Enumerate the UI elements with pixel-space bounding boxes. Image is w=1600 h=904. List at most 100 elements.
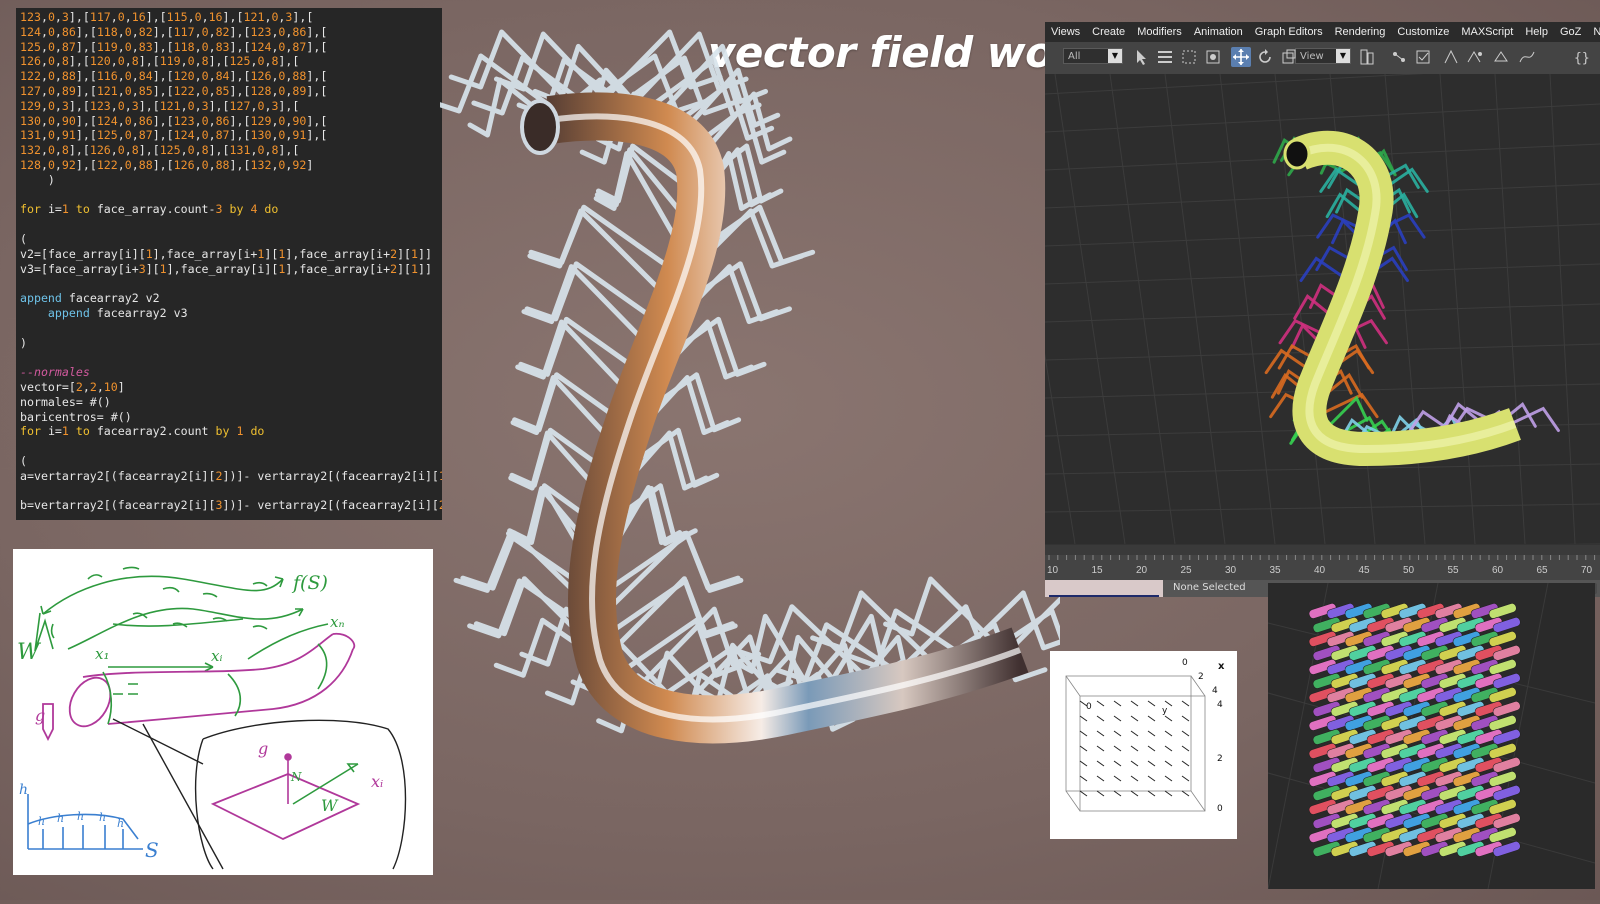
layers-icon bbox=[1494, 51, 1508, 62]
plot-box bbox=[1065, 675, 1206, 812]
menu-bar: Views Create Modifiers Animation Graph Edito… bbox=[1045, 22, 1600, 42]
menu-item-neodex[interactable]: NeoDex bbox=[1587, 26, 1600, 38]
mirror-button[interactable] bbox=[1441, 47, 1461, 67]
code-line: 122,0,88],[116,0,84],[120,0,84],[126,0,8… bbox=[20, 69, 328, 84]
menu-item-customize[interactable]: Customize bbox=[1391, 26, 1455, 38]
label-w2: W bbox=[321, 796, 339, 815]
timeline-tick-label: 65 bbox=[1537, 565, 1549, 576]
reference-coord-dropdown[interactable]: View ▼ bbox=[1295, 48, 1351, 64]
rotate-icon bbox=[1259, 49, 1271, 63]
cylinder-array-graphic bbox=[1268, 583, 1595, 889]
rotate-button[interactable] bbox=[1255, 47, 1275, 67]
angle-snap-button[interactable] bbox=[1413, 47, 1433, 67]
menu-item-modifiers[interactable]: Modifiers bbox=[1131, 26, 1188, 38]
code-line: append facearray2 v2 bbox=[20, 291, 160, 306]
snap-icon bbox=[1393, 52, 1405, 62]
code-line: 126,0,8],[120,0,8],[119,0,8],[125,0,8],[ bbox=[20, 54, 300, 69]
code-line: append facearray2 v3 bbox=[47, 305, 188, 320]
vector-field-graphic: x 0 2 4 4 2 0 y 0 bbox=[1065, 658, 1225, 814]
crossing-icon bbox=[1206, 50, 1220, 64]
window-crossing-button[interactable] bbox=[1203, 47, 1223, 67]
field-vector bbox=[1079, 760, 1088, 767]
field-vector bbox=[1147, 760, 1156, 767]
field-vector bbox=[1079, 790, 1088, 797]
worm-render bbox=[426, 0, 1129, 900]
code-line: 123,0,3],[117,0,16],[115,0,16],[121,0,3]… bbox=[20, 10, 314, 24]
timeline-tick-label: 30 bbox=[1225, 565, 1237, 576]
menu-item-maxscript[interactable]: MAXScript bbox=[1455, 26, 1519, 38]
menu-item-rendering[interactable]: Rendering bbox=[1329, 26, 1392, 38]
label-f: f(S) bbox=[291, 572, 328, 594]
move-button[interactable] bbox=[1231, 47, 1251, 67]
timeline-track: 10 15 20 25 30 35 40 45 50 55 60 65 70 bbox=[1045, 545, 1600, 576]
code-line: --normales bbox=[20, 365, 90, 380]
field-vector bbox=[1164, 775, 1173, 782]
menu-item-views[interactable]: Views bbox=[1045, 26, 1086, 38]
z-tick-0: 0 bbox=[1217, 804, 1223, 814]
label-s-axis: S bbox=[145, 838, 159, 862]
vector-field-plot: x 0 2 4 4 2 0 y 0 bbox=[1050, 651, 1237, 839]
perspective-viewport[interactable] bbox=[1045, 63, 1600, 589]
script-button[interactable]: {} bbox=[1571, 47, 1591, 67]
selection-filter-dropdown[interactable]: All ▼ bbox=[1063, 48, 1123, 64]
code-line: 132,0,8],[126,0,8],[125,0,8],[131,0,8],[ bbox=[20, 143, 300, 158]
layer-button[interactable] bbox=[1491, 47, 1511, 67]
menu-item-help[interactable]: Help bbox=[1519, 26, 1554, 38]
field-vector bbox=[1079, 715, 1088, 722]
worm-leg bbox=[528, 204, 675, 272]
pivot-button[interactable] bbox=[1357, 47, 1377, 67]
code-line: ) bbox=[20, 335, 27, 350]
sketch-drawing: f(S) W g x₁ xᵢ xₙ g N W xᵢ h S h h h h h bbox=[17, 566, 407, 870]
field-vector bbox=[1113, 700, 1122, 707]
label-n: N bbox=[290, 770, 302, 784]
timeline-tick-label: 15 bbox=[1092, 565, 1104, 576]
label-xi2: xᵢ bbox=[371, 772, 383, 791]
scale-button[interactable] bbox=[1279, 47, 1299, 67]
scale-icon bbox=[1282, 49, 1296, 64]
field-vector bbox=[1130, 775, 1139, 782]
select-by-name-button[interactable] bbox=[1155, 47, 1175, 67]
code-line: 127,0,89],[121,0,85],[122,0,85],[128,0,8… bbox=[20, 83, 328, 98]
time-slider[interactable]: 10 15 20 25 30 35 40 45 50 55 60 65 70 bbox=[1045, 544, 1600, 581]
worm-leg bbox=[524, 261, 661, 325]
rect-region-button[interactable] bbox=[1179, 47, 1199, 67]
field-vector bbox=[1130, 745, 1139, 752]
code-line: baricentros= #() bbox=[20, 409, 132, 424]
field-vector bbox=[1096, 775, 1105, 782]
braces-icon: {} bbox=[1574, 51, 1590, 66]
field-vector bbox=[1130, 760, 1139, 767]
field-vector bbox=[1130, 730, 1139, 737]
label-g: g bbox=[35, 706, 45, 725]
label-xi: xᵢ bbox=[211, 647, 222, 665]
label-h4: h bbox=[99, 811, 106, 824]
select-object-button[interactable] bbox=[1131, 47, 1151, 67]
field-vector bbox=[1147, 745, 1156, 752]
pivot-icon bbox=[1360, 49, 1374, 65]
code-editor-panel: 123,0,3],[117,0,16],[115,0,16],[121,0,3]… bbox=[16, 8, 442, 520]
field-vector bbox=[1096, 700, 1105, 707]
timeline-tick-label: 40 bbox=[1314, 565, 1326, 576]
field-vector bbox=[1181, 730, 1190, 737]
worm-mesh bbox=[1292, 130, 1521, 467]
menu-item-goz[interactable]: GoZ bbox=[1554, 26, 1587, 38]
menu-item-graph-editors[interactable]: Graph Editors bbox=[1249, 26, 1329, 38]
curve-editor-button[interactable] bbox=[1517, 47, 1537, 67]
chevron-down-icon: ▼ bbox=[1336, 49, 1350, 63]
reference-coord-value: View bbox=[1300, 51, 1324, 62]
field-vector bbox=[1181, 760, 1190, 767]
field-vector bbox=[1079, 775, 1088, 782]
move-icon bbox=[1233, 49, 1249, 65]
snap-button[interactable] bbox=[1389, 47, 1409, 67]
label-w: W bbox=[17, 640, 42, 665]
timeline-tick-label: 50 bbox=[1403, 565, 1415, 576]
code-line: ) bbox=[20, 172, 55, 187]
field-vector bbox=[1113, 745, 1122, 752]
menu-item-animation[interactable]: Animation bbox=[1188, 26, 1249, 38]
z-tick-2: 2 bbox=[1217, 754, 1223, 764]
mirror-icon bbox=[1444, 49, 1458, 64]
menu-item-create[interactable]: Create bbox=[1086, 26, 1131, 38]
field-vector bbox=[1181, 790, 1190, 797]
align-button[interactable] bbox=[1465, 47, 1485, 67]
